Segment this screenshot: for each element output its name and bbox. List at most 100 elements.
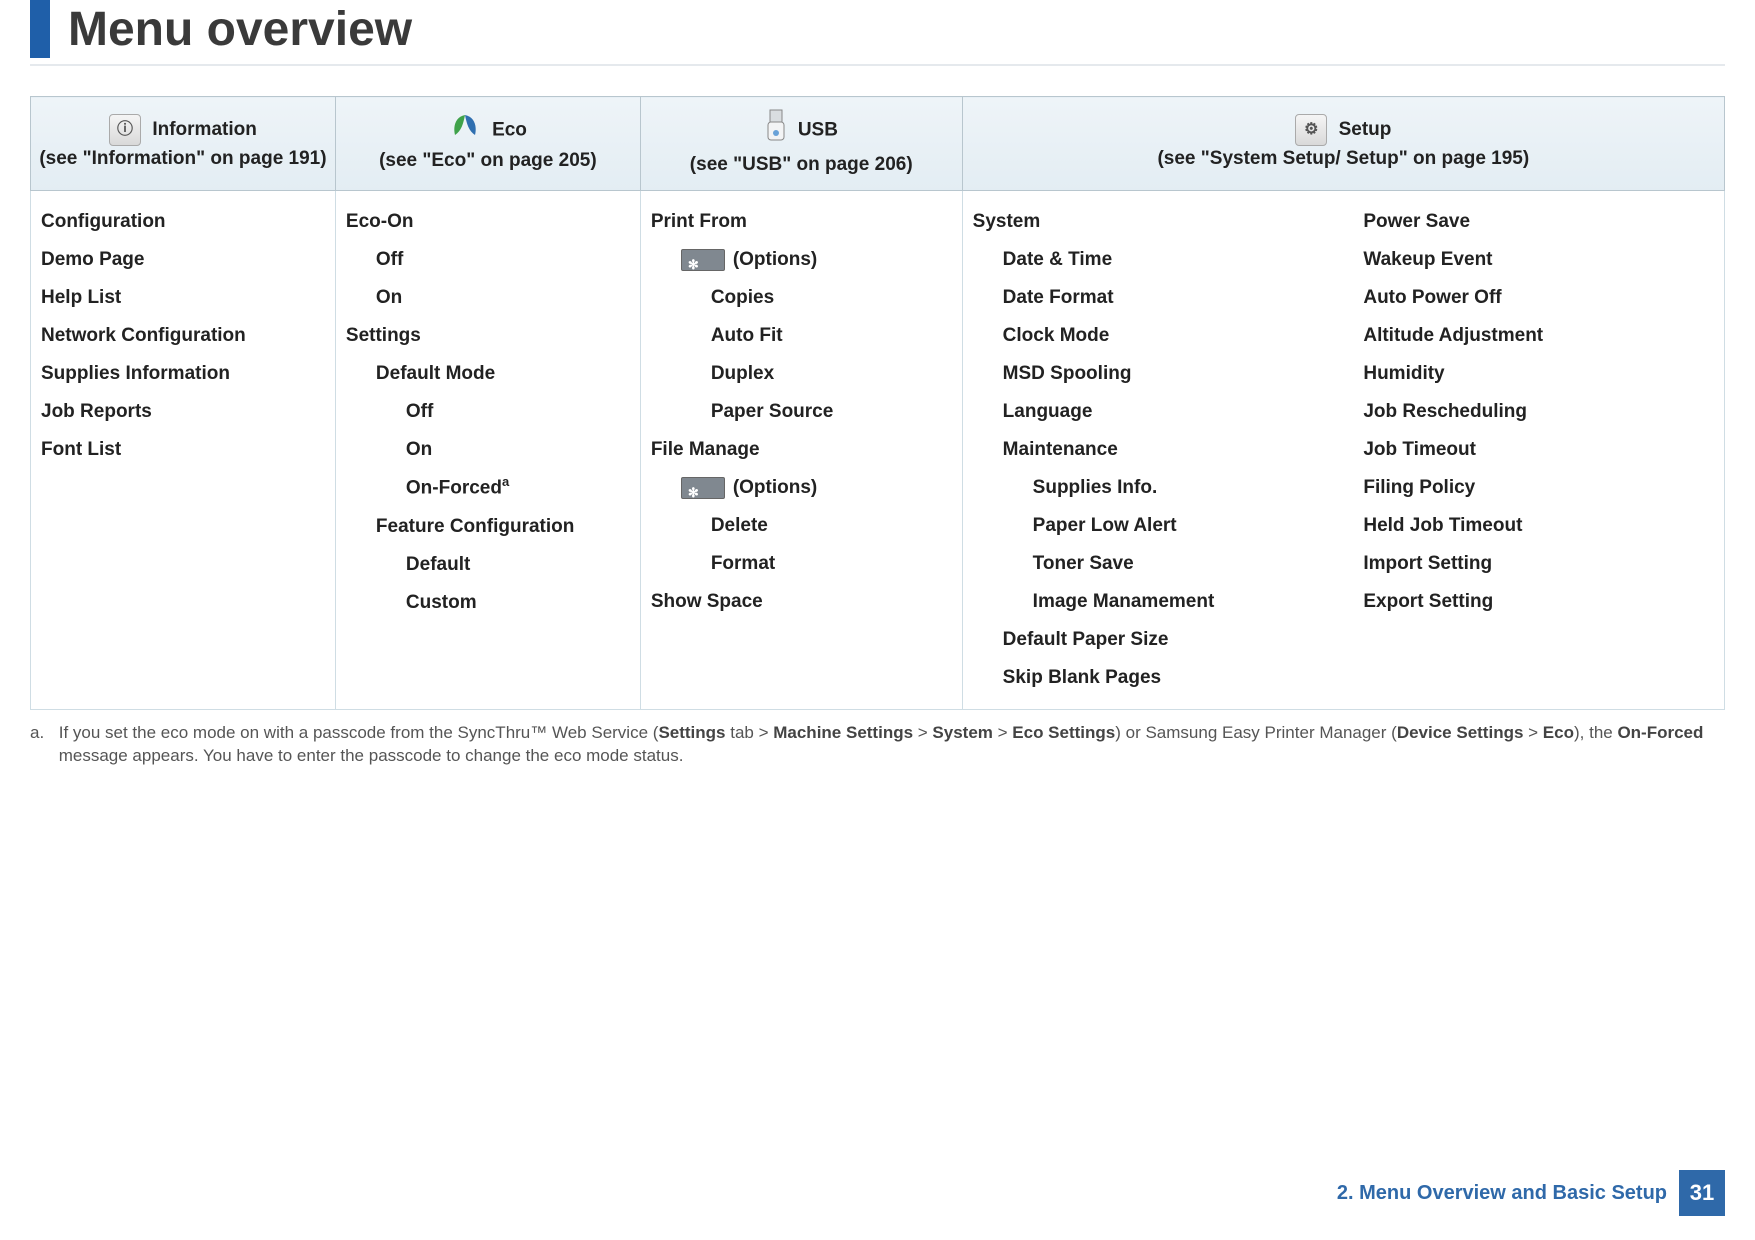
th-information-sub: (see "Information" on page 191) <box>39 146 327 173</box>
th-setup: ⚙ Setup (see "System Setup/ Setup" on pa… <box>962 97 1724 191</box>
footnote-seg: Device Settings <box>1397 723 1524 742</box>
list-item: Import Setting <box>1363 545 1714 583</box>
list-item: Duplex <box>711 355 952 393</box>
options-icon <box>681 249 725 271</box>
options-icon <box>681 477 725 499</box>
footnote-seg: Machine Settings <box>773 723 913 742</box>
footnote-seg: message appears. You have to enter the p… <box>59 746 684 765</box>
chapter-label: 2. Menu Overview and Basic Setup <box>1337 1182 1667 1205</box>
cell-eco: Eco-On Off On Settings Default Mode Off … <box>335 191 640 710</box>
footnote-seg: ) or Samsung Easy Printer Manager ( <box>1115 723 1397 742</box>
list-item: Settings <box>346 317 630 355</box>
th-information: ⓘ Information (see "Information" on page… <box>31 97 336 191</box>
list-item: Eco-On <box>346 203 630 241</box>
footnote-marker: a. <box>30 722 54 745</box>
list-item: Off <box>376 241 630 279</box>
cell-information: Configuration Demo Page Help List Networ… <box>31 191 336 710</box>
title-bar: Menu overview <box>30 0 1725 66</box>
list-item: Date Format <box>1003 279 1324 317</box>
title-accent <box>30 0 50 58</box>
usb-icon <box>765 109 787 152</box>
list-item: Supplies Info. <box>1033 469 1324 507</box>
list-item: Custom <box>406 584 630 622</box>
options-label: (Options) <box>733 477 817 498</box>
eco-icon <box>449 113 481 148</box>
footnote-seg: ), the <box>1574 723 1617 742</box>
list-item: System <box>973 203 1324 241</box>
footnote-seg: On-Forced <box>1617 723 1703 742</box>
cell-usb: Print From (Options) Copies Auto Fit Dup… <box>640 191 962 710</box>
list-item: Export Setting <box>1363 583 1714 621</box>
list-item: On <box>406 431 630 469</box>
list-item: Supplies Information <box>41 355 325 393</box>
th-setup-title: Setup <box>1339 119 1392 140</box>
list-item: Off <box>406 393 630 431</box>
list-item: Filing Policy <box>1363 469 1714 507</box>
list-item: Language <box>1003 393 1324 431</box>
footnote: a. If you set the eco mode on with a pas… <box>30 722 1725 768</box>
list-item: Format <box>711 545 952 583</box>
list-item: Maintenance <box>1003 431 1324 469</box>
footer: 2. Menu Overview and Basic Setup 31 <box>1337 1170 1725 1216</box>
list-item: Paper Low Alert <box>1033 507 1324 545</box>
footnote-seg: Settings <box>658 723 725 742</box>
th-eco: Eco (see "Eco" on page 205) <box>335 97 640 191</box>
list-item: Copies <box>711 279 952 317</box>
th-usb-title: USB <box>798 119 838 140</box>
list-item: On <box>376 279 630 317</box>
list-item: Show Space <box>651 583 952 621</box>
options-label: (Options) <box>733 249 817 270</box>
cell-setup: System Date & Time Date Format Clock Mod… <box>962 191 1724 710</box>
list-item: Delete <box>711 507 952 545</box>
list-item: MSD Spooling <box>1003 355 1324 393</box>
list-item: Configuration <box>41 203 325 241</box>
list-item: (Options) <box>681 241 952 279</box>
on-forced-label: On-Forced <box>406 478 502 499</box>
th-eco-sub: (see "Eco" on page 205) <box>344 148 632 175</box>
list-item: Auto Fit <box>711 317 952 355</box>
list-item: On-Forceda <box>406 469 630 507</box>
list-item: File Manage <box>651 431 952 469</box>
th-information-title: Information <box>152 119 257 140</box>
list-item: Power Save <box>1363 203 1714 241</box>
list-item: Toner Save <box>1033 545 1324 583</box>
th-usb-sub: (see "USB" on page 206) <box>649 152 954 179</box>
list-item: (Options) <box>681 469 952 507</box>
list-item: Auto Power Off <box>1363 279 1714 317</box>
list-item: Print From <box>651 203 952 241</box>
information-icon: ⓘ <box>109 114 141 146</box>
footnote-seg: System <box>932 723 992 742</box>
footnote-seg: If you set the eco mode on with a passco… <box>59 723 659 742</box>
footnote-seg: Eco Settings <box>1012 723 1115 742</box>
list-item: Humidity <box>1363 355 1714 393</box>
page-number: 31 <box>1679 1170 1725 1216</box>
list-item: Image Manamement <box>1033 583 1324 621</box>
list-item: Held Job Timeout <box>1363 507 1714 545</box>
list-item: Skip Blank Pages <box>1003 659 1324 697</box>
menu-table: ⓘ Information (see "Information" on page… <box>30 96 1725 710</box>
list-item: Feature Configuration <box>376 508 630 546</box>
page-title: Menu overview <box>68 6 412 58</box>
list-item: Job Rescheduling <box>1363 393 1714 431</box>
list-item: Date & Time <box>1003 241 1324 279</box>
list-item: Job Reports <box>41 393 325 431</box>
list-item: Font List <box>41 431 325 469</box>
list-item: Altitude Adjustment <box>1363 317 1714 355</box>
list-item: Default Paper Size <box>1003 621 1324 659</box>
footnote-seg: Eco <box>1543 723 1574 742</box>
list-item: Wakeup Event <box>1363 241 1714 279</box>
footnote-marker: a <box>502 474 509 489</box>
th-setup-sub: (see "System Setup/ Setup" on page 195) <box>971 146 1716 173</box>
list-item: Demo Page <box>41 241 325 279</box>
list-item: Clock Mode <box>1003 317 1324 355</box>
list-item: Paper Source <box>711 393 952 431</box>
footnote-seg: tab > <box>726 723 774 742</box>
footnote-seg: > <box>1523 723 1542 742</box>
list-item: Default <box>406 546 630 584</box>
list-item: Help List <box>41 279 325 317</box>
th-eco-title: Eco <box>492 119 527 140</box>
list-item: Job Timeout <box>1363 431 1714 469</box>
footnote-seg: > <box>913 723 932 742</box>
setup-icon: ⚙ <box>1295 114 1327 146</box>
list-item: Network Configuration <box>41 317 325 355</box>
